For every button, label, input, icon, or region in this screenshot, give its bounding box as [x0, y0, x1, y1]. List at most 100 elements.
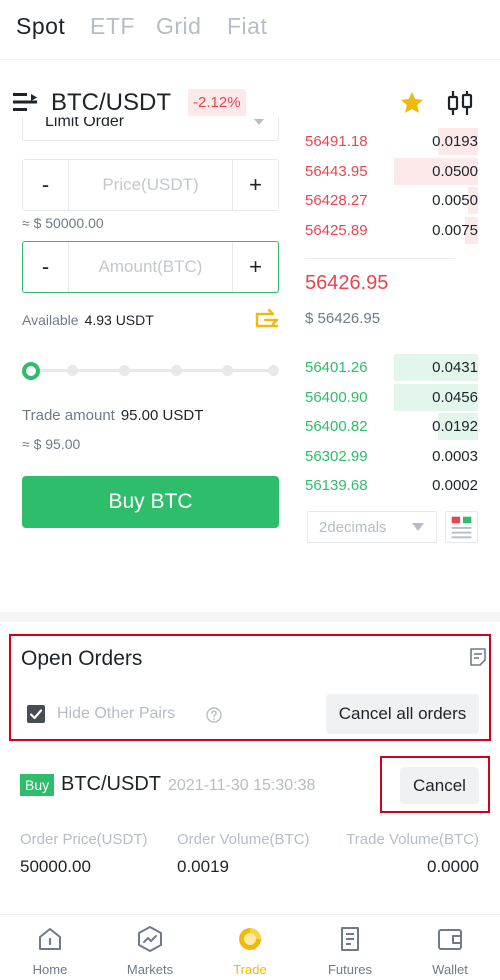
ask-row[interactable]: 56443.95 0.0500 [305, 157, 478, 187]
bid-price: 56401.26 [305, 359, 368, 376]
bid-row[interactable]: 56400.82 0.0192 [305, 413, 478, 442]
price-fiat-approx: ≈ $ 50000.00 [22, 215, 104, 231]
slider-step-90[interactable] [222, 365, 233, 376]
order-side-badge: Buy [20, 774, 55, 796]
available-value: 4.93 USDT [84, 312, 154, 328]
available-label: Available [22, 312, 79, 328]
price-change-badge: -2.12% [188, 89, 246, 116]
futures-icon [341, 927, 359, 951]
tab-fiat[interactable]: Fiat [227, 13, 267, 40]
order-history-icon[interactable] [469, 647, 487, 667]
price-increase-button[interactable]: + [232, 160, 278, 210]
trade-amount-label: Trade amount [22, 407, 115, 424]
bid-quantity: 0.0431 [432, 359, 478, 376]
bid-row[interactable]: 56302.99 0.0003 [305, 443, 478, 472]
trade-volume-value: 0.0000 [427, 857, 479, 876]
slider-step-50[interactable] [119, 365, 130, 376]
bid-quantity: 0.0456 [432, 388, 478, 406]
bid-price: 56400.82 [305, 418, 368, 435]
amount-input[interactable]: Amount(BTC) [70, 242, 231, 292]
section-divider [0, 612, 500, 622]
slider-step-25[interactable] [67, 365, 78, 376]
nav-wallet[interactable]: Wallet [400, 915, 500, 980]
order-pair: BTC/USDT [61, 773, 161, 795]
bid-price: 56139.68 [305, 477, 368, 494]
last-price-fiat: $ 56426.95 [305, 310, 381, 327]
order-volume-label: Order Volume(BTC) [177, 831, 310, 848]
ask-row[interactable]: 56425.89 0.0075 [305, 216, 478, 246]
trade-icon [239, 928, 261, 950]
bid-price: 56400.90 [305, 388, 368, 406]
buy-button[interactable]: Buy BTC [22, 476, 279, 528]
cancel-all-orders-button[interactable]: Cancel all orders [326, 694, 479, 734]
ask-row[interactable]: 56428.27 0.0050 [305, 187, 478, 216]
transfer-icon[interactable] [254, 307, 280, 331]
amount-percent-slider[interactable] [22, 362, 279, 380]
ask-price: 56491.18 [305, 133, 368, 150]
hide-other-pairs-label[interactable]: Hide Other Pairs [57, 705, 175, 723]
ask-quantity: 0.0193 [432, 133, 478, 150]
bid-row[interactable]: 56400.90 0.0456 [305, 383, 478, 413]
order-type-value: Limit Order [45, 117, 125, 130]
order-time: 2021-11-30 15:30:38 [168, 777, 316, 794]
book-divider [305, 258, 455, 259]
cancel-order-button[interactable]: Cancel [400, 767, 479, 804]
nav-markets-label: Markets [126, 962, 174, 977]
order-book-layout-icon[interactable] [445, 511, 478, 543]
nav-trade-label: Trade [233, 962, 267, 977]
tab-spot[interactable]: Spot [16, 13, 65, 40]
tab-grid[interactable]: Grid [156, 13, 201, 40]
bottom-nav: Home Markets Trade Futures Wallet [0, 914, 500, 980]
bid-price: 56302.99 [305, 447, 368, 465]
order-volume-value: 0.0019 [177, 857, 229, 876]
available-balance: Available 4.93 USDT [22, 312, 154, 328]
price-stepper: - Price(USDT) + [22, 159, 279, 211]
amount-increase-button[interactable]: + [232, 242, 278, 292]
ask-quantity: 0.0050 [432, 192, 478, 209]
bid-row[interactable]: 56401.26 0.0431 [305, 354, 478, 383]
order-price-label: Order Price(USDT) [20, 831, 148, 848]
bid-quantity: 0.0002 [432, 477, 478, 494]
ask-price: 56443.95 [305, 162, 368, 180]
last-price: 56426.95 [305, 272, 389, 294]
order-type-select[interactable]: Limit Order [22, 117, 279, 141]
nav-trade[interactable]: Trade [200, 915, 300, 980]
hide-other-pairs-checkbox[interactable] [27, 705, 45, 723]
ask-price: 56428.27 [305, 192, 368, 209]
ask-quantity: 0.0075 [432, 221, 478, 239]
bid-quantity: 0.0003 [432, 447, 478, 465]
price-input[interactable]: Price(USDT) [70, 160, 231, 210]
tab-etf[interactable]: ETF [90, 13, 135, 40]
nav-home[interactable]: Home [0, 915, 100, 980]
star-icon[interactable] [398, 90, 426, 116]
slider-step-75[interactable] [171, 365, 182, 376]
candlestick-chart-icon[interactable] [446, 90, 474, 116]
bid-row[interactable]: 56139.68 0.0002 [305, 472, 478, 501]
nav-home-label: Home [32, 962, 68, 977]
nav-wallet-label: Wallet [432, 962, 468, 977]
trade-amount-value: 95.00 USDT [120, 407, 204, 424]
amount-stepper: - Amount(BTC) + [22, 241, 279, 293]
bid-quantity: 0.0192 [432, 418, 478, 435]
open-orders-title: Open Orders [21, 647, 143, 670]
nav-markets[interactable]: Markets [100, 915, 200, 980]
help-icon[interactable] [206, 707, 222, 723]
menu-icon[interactable] [13, 92, 39, 112]
ask-price: 56425.89 [305, 221, 368, 239]
home-icon [39, 928, 61, 950]
decimals-value: 2decimals [319, 519, 387, 536]
top-tabs: Spot ETF Grid Fiat [0, 0, 500, 60]
ask-row[interactable]: 56491.18 0.0193 [305, 128, 478, 157]
ask-quantity: 0.0500 [432, 162, 478, 180]
amount-decrease-button[interactable]: - [23, 242, 69, 292]
order-price-value: 50000.00 [20, 857, 91, 876]
nav-futures[interactable]: Futures [300, 915, 400, 980]
slider-handle[interactable] [22, 362, 40, 380]
pair-name[interactable]: BTC/USDT [51, 89, 171, 117]
chevron-down-icon [412, 523, 424, 531]
decimals-select[interactable]: 2decimals [307, 511, 437, 543]
nav-futures-label: Futures [327, 962, 373, 977]
price-decrease-button[interactable]: - [23, 160, 69, 210]
slider-step-100[interactable] [268, 365, 279, 376]
chevron-down-icon [254, 119, 264, 125]
